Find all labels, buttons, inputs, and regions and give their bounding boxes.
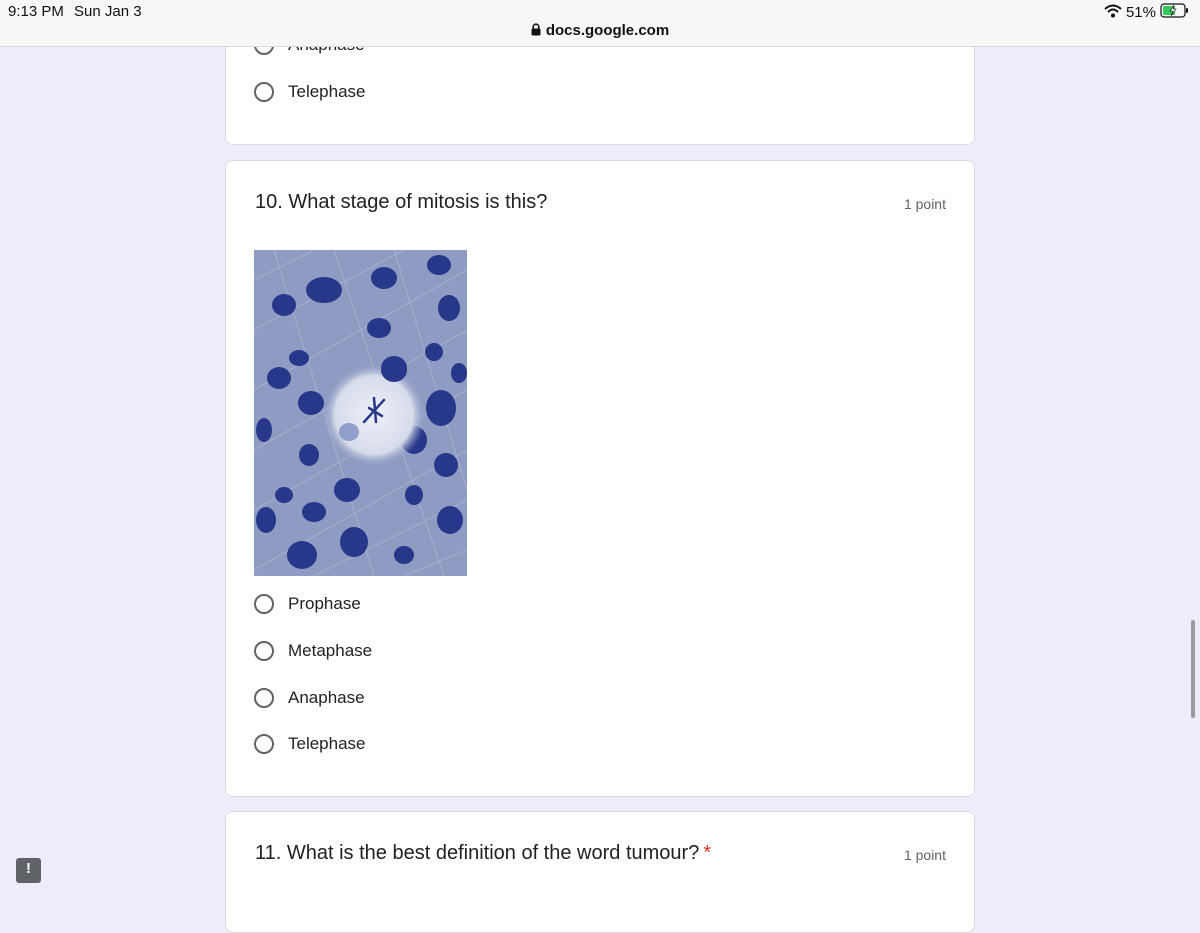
radio-button[interactable]: [254, 734, 274, 754]
question-title: 10. What stage of mitosis is this?: [255, 191, 548, 213]
option-metaphase[interactable]: Metaphase: [254, 638, 372, 664]
question-points: 1 point: [903, 847, 946, 863]
option-telephase[interactable]: Telephase: [254, 731, 366, 757]
radio-button[interactable]: [254, 82, 274, 102]
option-label: Prophase: [288, 594, 361, 613]
battery-percent: 51%: [1125, 4, 1156, 21]
question-card-10: 10. What stage of mitosis is this? 1 poi…: [225, 160, 975, 797]
option-label: Anaphase: [288, 688, 365, 707]
option-telephase[interactable]: Telephase: [254, 79, 366, 105]
option-label: Metaphase: [288, 641, 373, 660]
status-indicators: 51%: [1104, 3, 1190, 22]
scrollbar-thumb[interactable]: [1191, 620, 1195, 718]
status-date: Sun Jan 3: [74, 3, 142, 20]
question-title: 11. What is the best definition of the w…: [255, 842, 711, 865]
option-anaphase[interactable]: Anaphase: [254, 685, 365, 711]
question-points: 1 point: [903, 196, 946, 212]
wifi-icon: [1104, 4, 1122, 22]
option-label: Telephase: [288, 734, 366, 753]
option-prophase[interactable]: Prophase: [254, 591, 361, 617]
url-text: docs.google.com: [545, 22, 670, 39]
question-card-11: 11. What is the best definition of the w…: [225, 811, 975, 933]
lock-icon: [531, 23, 541, 40]
status-bar: 9:13 PM Sun Jan 3 51% docs.google.com: [0, 0, 1200, 47]
mitosis-micrograph: [254, 250, 467, 576]
battery-icon: [1160, 3, 1190, 22]
radio-button[interactable]: [254, 688, 274, 708]
radio-button[interactable]: [254, 594, 274, 614]
address-bar[interactable]: docs.google.com: [0, 22, 1200, 40]
option-label: Telephase: [288, 82, 366, 101]
radio-button[interactable]: [254, 641, 274, 661]
status-time: 9:13 PM: [8, 3, 64, 20]
report-icon[interactable]: !: [16, 858, 41, 883]
question-title-text: 11. What is the best definition of the w…: [255, 842, 700, 864]
required-asterisk: *: [703, 842, 712, 864]
report-icon-glyph: !: [26, 860, 31, 877]
